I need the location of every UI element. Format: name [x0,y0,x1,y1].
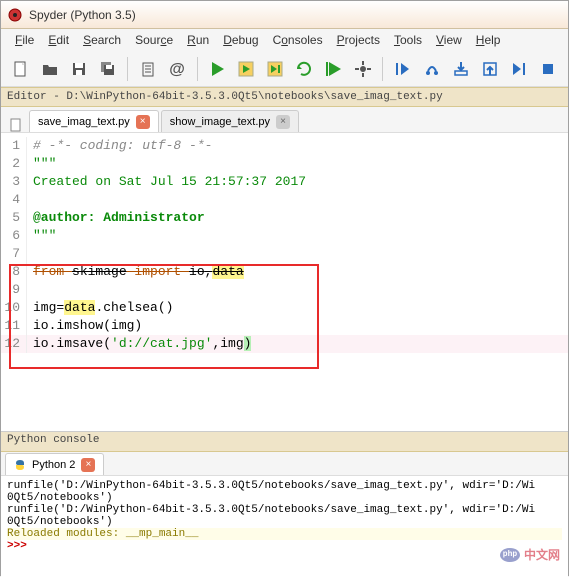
save-button[interactable] [65,55,92,83]
php-logo-icon: php [500,548,520,562]
menu-projects[interactable]: Projects [331,31,386,49]
menu-view[interactable]: View [430,31,468,49]
console-tab[interactable]: Python 2 × [5,453,104,475]
run-cell-button[interactable] [233,55,260,83]
menu-bar: File Edit Search Source Run Debug Consol… [1,29,568,51]
svg-text:@: @ [169,61,185,78]
at-button[interactable]: @ [164,55,191,83]
editor-tab-row: save_imag_text.py × show_image_text.py × [1,107,568,133]
run-cell-advance-button[interactable] [262,55,289,83]
console-area: Python console Python 2 × runfile('D:/Wi… [1,432,568,577]
window-title: Spyder (Python 3.5) [29,8,136,22]
toolbar-separator [127,57,128,81]
menu-tools[interactable]: Tools [388,31,428,49]
menu-consoles[interactable]: Consoles [267,31,329,49]
new-doc-icon[interactable] [9,118,23,132]
toolbar-separator [197,57,198,81]
debug-continue-button[interactable] [320,55,347,83]
menu-source[interactable]: Source [129,31,179,49]
new-file-button[interactable] [7,55,34,83]
toolbar: @ [1,51,568,87]
python-tab-icon [14,459,26,471]
console-title: Python console [1,432,568,452]
window-titlebar: Spyder (Python 3.5) [1,1,568,29]
step-over-button[interactable] [418,55,445,83]
editor-path-bar: Editor - D:\WinPython-64bit-3.5.3.0Qt5\n… [1,87,568,107]
debug-stop-button[interactable] [477,55,504,83]
spyder-app-icon [7,7,23,23]
editor-tab-inactive-label: show_image_text.py [170,116,270,128]
step-out-button[interactable] [447,55,474,83]
menu-file[interactable]: File [9,31,40,49]
watermark-text: 中文网 [524,546,560,563]
console-output[interactable]: runfile('D:/WinPython-64bit-3.5.3.0Qt5/n… [1,476,568,577]
editor-tab-active[interactable]: save_imag_text.py × [29,110,159,132]
watermark: php 中文网 [500,546,560,563]
editor-path-label: Editor - D:\WinPython-64bit-3.5.3.0Qt5\n… [7,91,443,103]
console-line: runfile('D:/WinPython-64bit-3.5.3.0Qt5/n… [7,504,562,516]
menu-run[interactable]: Run [181,31,215,49]
menu-edit[interactable]: Edit [42,31,75,49]
console-line: runfile('D:/WinPython-64bit-3.5.3.0Qt5/n… [7,480,562,492]
close-tab-icon[interactable]: × [136,115,150,129]
console-line: 0Qt5/notebooks') [7,492,562,504]
rerun-button[interactable] [291,55,318,83]
console-tab-label: Python 2 [32,459,75,471]
console-reloaded-line: Reloaded modules: __mp_main__ [7,528,562,540]
close-tab-icon[interactable]: × [276,115,290,129]
step-in-button[interactable] [389,55,416,83]
close-tab-icon[interactable]: × [81,458,95,472]
editor-tab-inactive[interactable]: show_image_text.py × [161,110,299,132]
toolbar-separator [382,57,383,81]
clipboard-button[interactable] [134,55,161,83]
step-return-button[interactable] [506,55,533,83]
console-line: 0Qt5/notebooks') [7,516,562,528]
save-all-button[interactable] [94,55,121,83]
menu-help[interactable]: Help [470,31,507,49]
run-button[interactable] [204,55,231,83]
debug-config-button[interactable] [349,55,376,83]
menu-debug[interactable]: Debug [217,31,264,49]
editor-tab-active-label: save_imag_text.py [38,116,130,128]
code-editor[interactable]: 1# -*- coding: utf-8 -*- 2""" 3Created o… [1,133,568,431]
console-prompt: >>> [7,540,562,552]
debug-end-button[interactable] [535,55,562,83]
editor-area: save_imag_text.py × show_image_text.py ×… [1,107,568,432]
console-tab-row: Python 2 × [1,452,568,476]
menu-search[interactable]: Search [77,31,127,49]
open-file-button[interactable] [36,55,63,83]
